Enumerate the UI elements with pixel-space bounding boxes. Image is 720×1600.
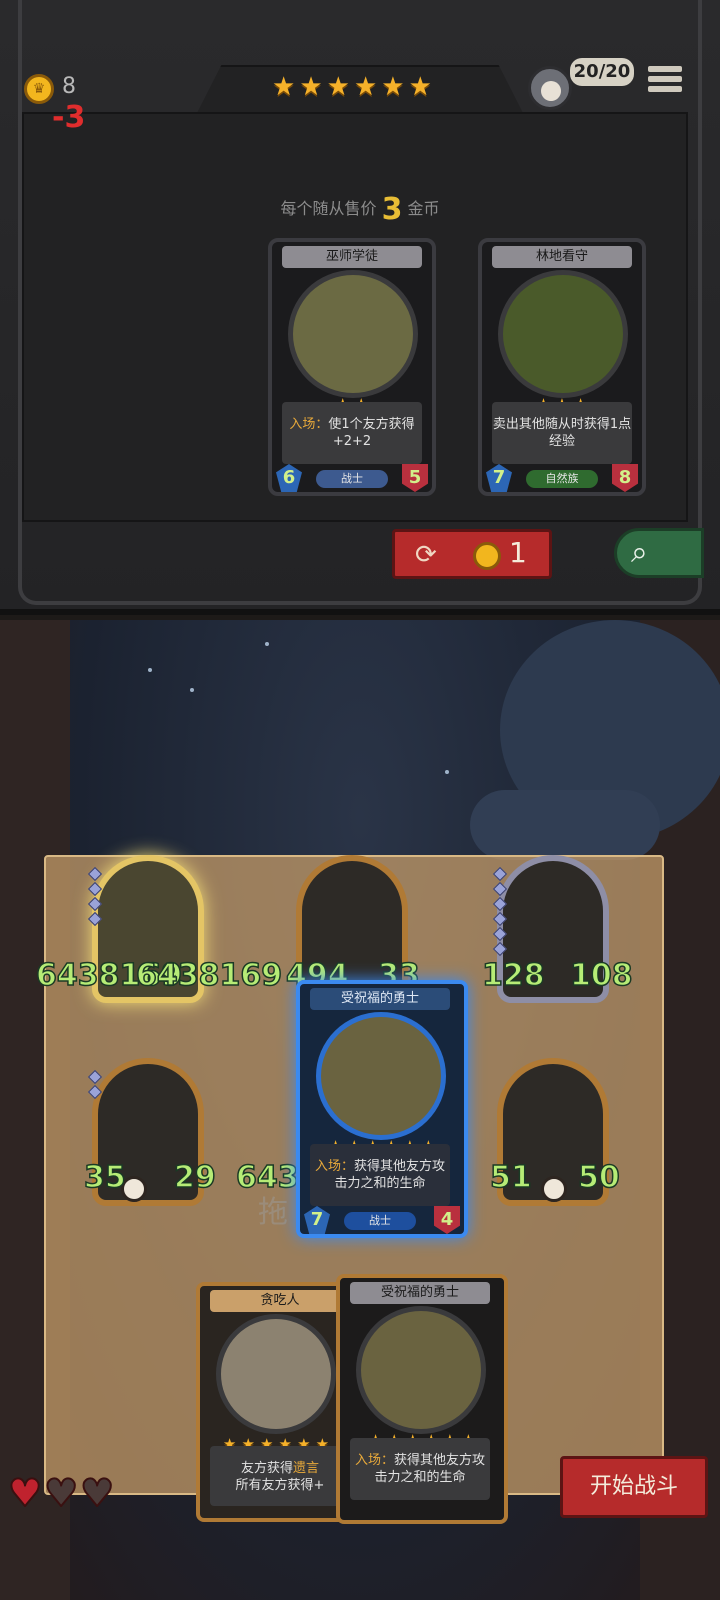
card-keyword: 入场： bbox=[354, 1453, 394, 1468]
card-attack: 7 bbox=[304, 1206, 330, 1234]
sparkle bbox=[265, 642, 269, 646]
player-health: 20/20 bbox=[570, 58, 634, 86]
minion-health: 29 bbox=[173, 1159, 216, 1196]
card-keyword: 入场： bbox=[314, 1159, 354, 1174]
card-desc-text: 友方获得 bbox=[240, 1461, 293, 1476]
card-tribe: 战士 bbox=[344, 1212, 416, 1230]
minion-pips bbox=[87, 1069, 103, 1102]
card-name: 林地看守 bbox=[492, 246, 632, 268]
card-portrait bbox=[498, 270, 628, 398]
selected-card[interactable]: 受祝福的勇士 ★ ★ ★ ★ ★ ★ 入场：获得其他友方攻击力之和的生命 7 战… bbox=[296, 980, 468, 1238]
card-attack: 7 bbox=[486, 464, 512, 492]
tavern-tier-stars: ★ ★ ★ ★ ★ ★ bbox=[272, 74, 432, 100]
minion-attack: 35 bbox=[83, 1159, 126, 1196]
shop-card[interactable]: 巫师学徒 ★ ★ 入场：使1个友方获得+2+2 6 战士 5 bbox=[268, 238, 436, 496]
card-desc-text: 使1个友方获得+2+2 bbox=[328, 417, 415, 449]
skull-icon bbox=[541, 1176, 567, 1202]
minion-attack: 51 bbox=[489, 1159, 532, 1196]
card-desc-text: 所有友方获得+ bbox=[235, 1478, 325, 1493]
minion-health: 108 bbox=[569, 957, 633, 994]
card-keyword: 入场： bbox=[289, 417, 329, 432]
minion-attack: 128 bbox=[481, 957, 545, 994]
card-description: 入场：获得其他友方攻击力之和的生命 bbox=[310, 1144, 450, 1206]
gold-delta: -3 bbox=[52, 100, 86, 135]
minion-health: 6438169 bbox=[135, 957, 283, 994]
gold-count: 8 bbox=[62, 74, 76, 99]
hand-card[interactable]: 贪吃人 ★ ★ ★ ★ ★ ★ 友方获得遗言 所有友方获得+ bbox=[196, 1282, 356, 1522]
tier-star: ★ bbox=[299, 72, 323, 102]
card-portrait bbox=[288, 270, 418, 398]
heart-empty-icon: ♥ bbox=[43, 1471, 79, 1515]
card-description: 入场：使1个友方获得+2+2 bbox=[282, 402, 422, 464]
cloud-decoration bbox=[470, 790, 660, 860]
card-health: 8 bbox=[612, 464, 638, 492]
refresh-cost: 1 bbox=[509, 536, 527, 569]
card-health: 4 bbox=[434, 1206, 460, 1234]
menu-icon[interactable] bbox=[648, 66, 682, 98]
card-tribe: 战士 bbox=[316, 470, 388, 488]
refresh-icon: ⟳ bbox=[415, 540, 437, 570]
sparkle bbox=[148, 668, 152, 672]
drag-hint: 拖 bbox=[258, 1195, 288, 1230]
card-name: 受祝福的勇士 bbox=[310, 988, 450, 1010]
sell-suffix: 金币 bbox=[407, 199, 440, 218]
tier-star: ★ bbox=[381, 72, 405, 102]
minion-pips bbox=[492, 866, 508, 959]
card-description: 友方获得遗言 所有友方获得+ bbox=[210, 1446, 350, 1506]
card-tribe: 自然族 bbox=[526, 470, 598, 488]
card-portrait bbox=[356, 1306, 486, 1434]
search-icon: ⌕ bbox=[631, 535, 648, 570]
shop-card[interactable]: 林地看守 ★ ★ ★ 卖出其他随从时获得1点经验 7 自然族 8 bbox=[478, 238, 646, 496]
card-keyword: 遗言 bbox=[293, 1461, 320, 1476]
gold-coin-icon bbox=[473, 542, 501, 570]
sell-price: 3 bbox=[381, 192, 403, 227]
start-battle-button[interactable]: 开始战斗 bbox=[560, 1456, 708, 1518]
hand-card[interactable]: 受祝福的勇士 ★ ★ ★ ★ ★ ★ 入场：获得其他友方攻击力之和的生命 bbox=[336, 1274, 508, 1524]
tier-star: ★ bbox=[353, 72, 378, 102]
lives-indicator: ♥ ♥ ♥ bbox=[7, 1471, 115, 1515]
card-health: 5 bbox=[402, 464, 428, 492]
card-description: 卖出其他随从时获得1点经验 bbox=[492, 402, 632, 464]
minion-pips bbox=[87, 866, 103, 929]
tier-star: ★ bbox=[408, 72, 432, 102]
shop-panel: ★ ★ ★ ★ ★ ★ ♛ 8 -3 20/20 每个随从售价 3 金币 巫师学… bbox=[0, 0, 720, 615]
gold-coin-icon: ♛ bbox=[24, 74, 54, 104]
card-attack: 6 bbox=[276, 464, 302, 492]
card-name: 巫师学徒 bbox=[282, 246, 422, 268]
sell-prefix: 每个随从售价 bbox=[280, 199, 377, 218]
sell-price-text: 每个随从售价 3 金币 bbox=[0, 192, 720, 227]
card-portrait bbox=[216, 1314, 336, 1434]
card-description: 入场：获得其他友方攻击力之和的生命 bbox=[350, 1438, 490, 1500]
tier-star: ★ bbox=[272, 72, 296, 102]
minion-health: 50 bbox=[577, 1159, 620, 1196]
sparkle bbox=[445, 770, 449, 774]
refresh-button[interactable]: ⟳ 1 bbox=[392, 529, 552, 579]
player-avatar[interactable] bbox=[528, 66, 572, 110]
card-desc-text: 卖出其他随从时获得1点经验 bbox=[492, 417, 632, 449]
card-name: 受祝福的勇士 bbox=[350, 1282, 490, 1304]
card-name: 贪吃人 bbox=[210, 1290, 350, 1312]
tier-star: ★ bbox=[326, 72, 350, 102]
card-portrait bbox=[316, 1012, 446, 1140]
heart-icon: ♥ bbox=[7, 1471, 43, 1515]
sparkle bbox=[190, 688, 194, 692]
heart-empty-icon: ♥ bbox=[79, 1471, 115, 1515]
search-button[interactable]: ⌕ bbox=[614, 528, 704, 578]
